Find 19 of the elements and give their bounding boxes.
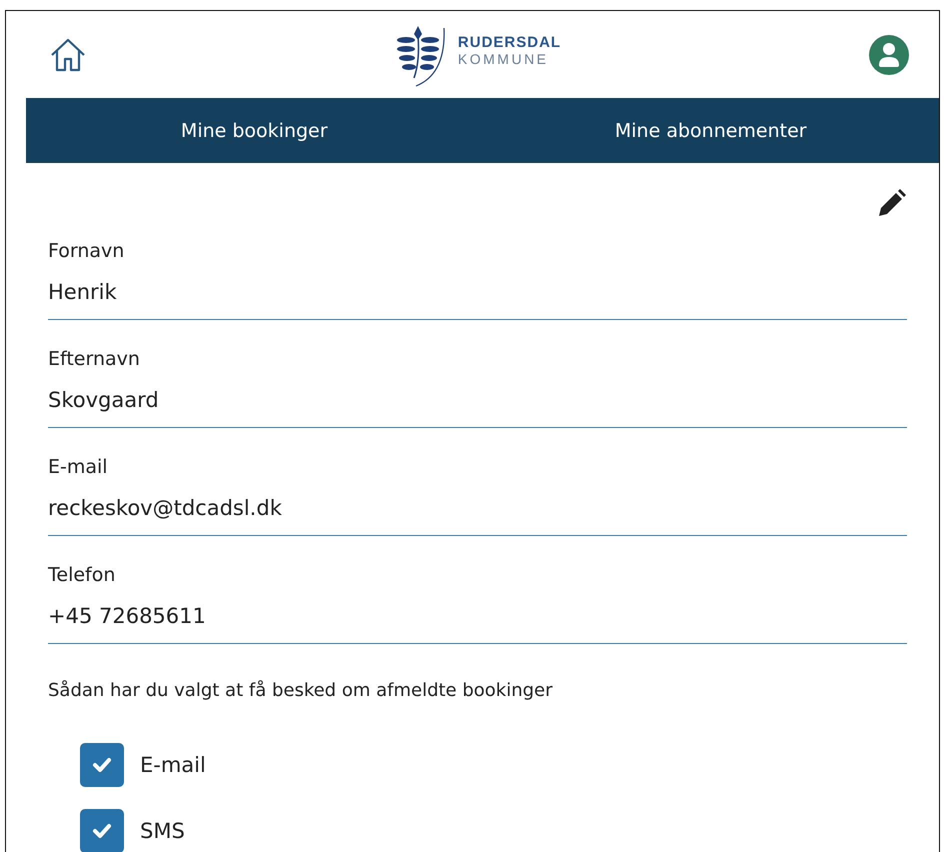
checkbox-label: E-mail <box>140 753 206 777</box>
nav-tab[interactable]: Mine bookinger <box>26 98 482 163</box>
logo-name: RUDERSDAL <box>458 34 562 50</box>
field-label: Fornavn <box>48 240 126 264</box>
field-value: Henrik <box>48 280 118 304</box>
user-icon[interactable] <box>868 34 909 74</box>
field-label: Telefon <box>48 564 116 588</box>
nav-tab[interactable]: Mine abonnementer <box>482 98 939 163</box>
checkbox-label: SMS <box>140 819 185 843</box>
logo-subtitle: KOMMUNE <box>458 50 550 66</box>
field-value: reckeskov@tdcadsl.dk <box>48 496 283 520</box>
checkbox[interactable] <box>80 743 124 787</box>
field-label: Efternavn <box>48 348 141 372</box>
field-label: E-mail <box>48 456 109 480</box>
sprig-icon <box>396 26 446 88</box>
notification-text: Sådan har du valgt at få besked om afmeldte bookinger <box>48 680 554 701</box>
checkbox[interactable] <box>80 809 124 852</box>
field-value: +45 72685611 <box>48 604 207 628</box>
field-value: Skovgaard <box>48 388 160 412</box>
